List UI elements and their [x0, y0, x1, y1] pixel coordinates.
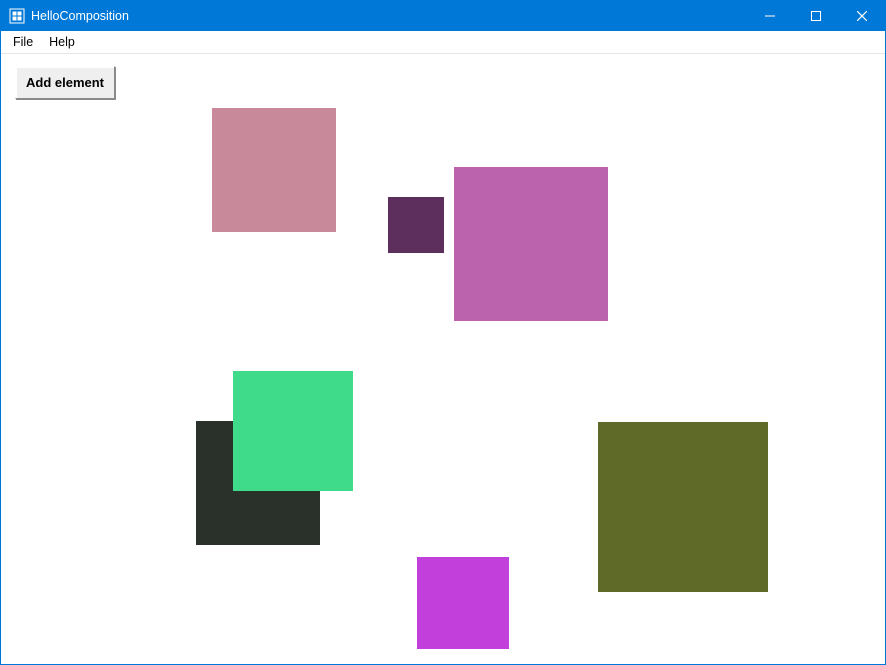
window-title: HelloComposition	[31, 9, 129, 23]
app-window: HelloComposition File Help Add element	[0, 0, 886, 665]
titlebar[interactable]: HelloComposition	[1, 1, 885, 31]
square-olive	[598, 422, 768, 592]
add-element-button[interactable]: Add element	[15, 66, 115, 99]
minimize-icon	[765, 11, 775, 21]
client-area: Add element	[1, 54, 885, 664]
square-green	[233, 371, 353, 491]
menubar: File Help	[1, 31, 885, 54]
square-orchid	[454, 167, 608, 321]
square-magenta	[417, 557, 509, 649]
maximize-icon	[811, 11, 821, 21]
app-icon	[9, 8, 25, 24]
menu-file[interactable]: File	[5, 33, 41, 51]
minimize-button[interactable]	[747, 1, 793, 31]
close-button[interactable]	[839, 1, 885, 31]
menu-help[interactable]: Help	[41, 33, 83, 51]
close-icon	[857, 11, 867, 21]
square-dark-purple	[388, 197, 444, 253]
square-pink	[212, 108, 336, 232]
maximize-button[interactable]	[793, 1, 839, 31]
